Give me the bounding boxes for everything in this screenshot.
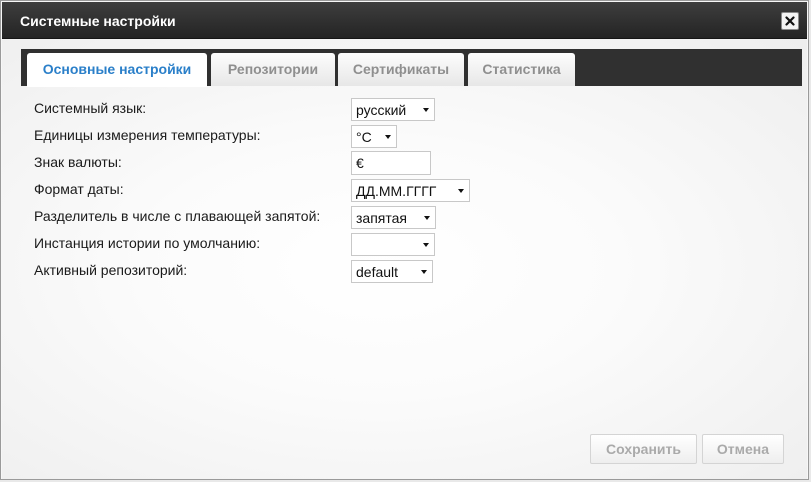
tab-certificates[interactable]: Сертификаты: [338, 53, 464, 86]
chevron-down-icon: [458, 189, 464, 193]
date-format-select[interactable]: ДД.ММ.ГГГГ: [351, 179, 470, 202]
system-language-value: русский: [356, 102, 407, 118]
temperature-units-select[interactable]: °C: [351, 125, 397, 148]
dialog-content: Основные настройки Репозитории Сертифика…: [2, 39, 807, 479]
system-language-select[interactable]: русский: [351, 98, 435, 121]
active-repository-value: default: [356, 264, 399, 280]
settings-dialog: Системные настройки Основные настройки Р…: [0, 0, 809, 480]
decimal-separator-value: запятая: [356, 210, 407, 226]
default-history-instance-label: Инстанция истории по умолчанию:: [34, 235, 261, 251]
chevron-down-icon: [423, 243, 429, 247]
save-button[interactable]: Сохранить: [590, 434, 697, 464]
tab-general-settings[interactable]: Основные настройки: [27, 53, 207, 87]
tab-bar: Основные настройки Репозитории Сертифика…: [21, 49, 802, 87]
tab-repositories[interactable]: Репозитории: [211, 53, 335, 86]
chevron-down-icon: [423, 108, 429, 112]
chevron-down-icon: [421, 270, 427, 274]
default-history-instance-select[interactable]: [351, 233, 435, 256]
decimal-separator-label: Разделитель в числе с плавающей запятой:: [34, 208, 321, 224]
close-button[interactable]: [781, 12, 799, 30]
date-format-value: ДД.ММ.ГГГГ: [356, 183, 437, 199]
currency-sign-input[interactable]: [351, 151, 431, 175]
temperature-units-value: °C: [356, 129, 372, 145]
chevron-down-icon: [385, 135, 391, 139]
cancel-button[interactable]: Отмена: [702, 434, 784, 464]
chevron-down-icon: [424, 216, 430, 220]
decimal-separator-select[interactable]: запятая: [351, 206, 436, 229]
dialog-title: Системные настройки: [20, 13, 176, 29]
currency-sign-label: Знак валюты:: [34, 154, 122, 170]
dialog-titlebar: Системные настройки: [2, 2, 807, 39]
system-language-label: Системный язык:: [34, 100, 147, 116]
active-repository-select[interactable]: default: [351, 260, 433, 283]
date-format-label: Формат даты:: [34, 181, 124, 197]
tab-statistics[interactable]: Статистика: [468, 53, 575, 86]
active-repository-label: Активный репозиторий:: [34, 262, 188, 278]
temperature-units-label: Единицы измерения температуры:: [34, 127, 261, 143]
close-x-icon: [785, 16, 795, 26]
